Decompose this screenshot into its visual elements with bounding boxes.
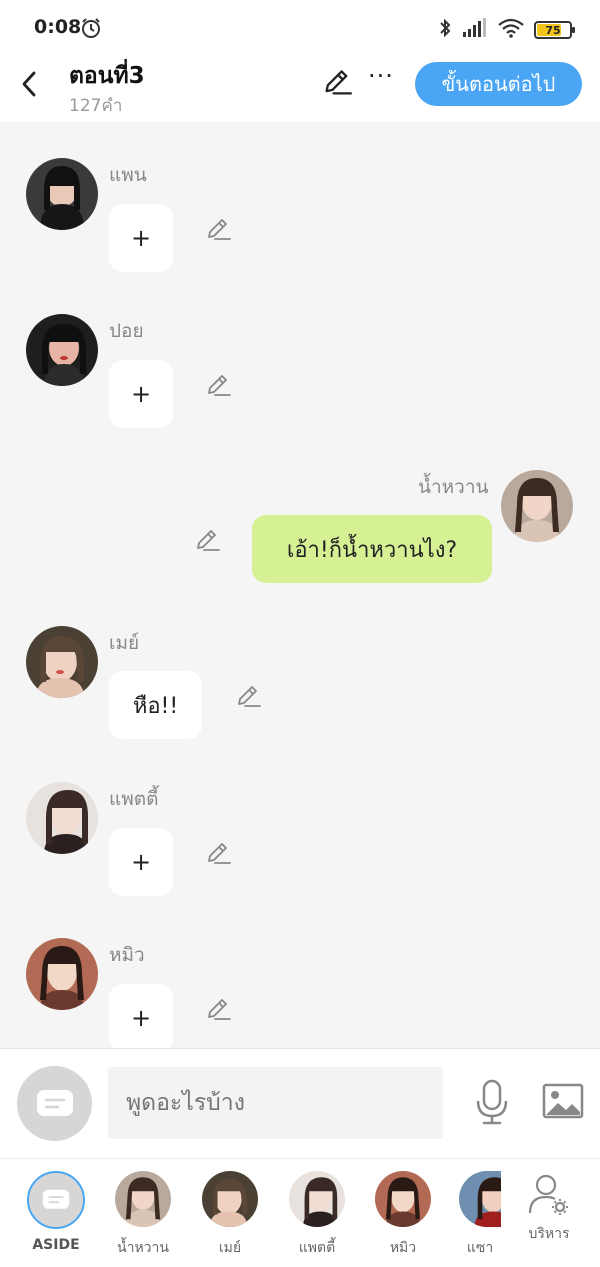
pencil-icon xyxy=(325,70,352,95)
chat-bubble-icon xyxy=(42,1189,70,1209)
message-sender: แพตตี้ xyxy=(109,788,159,810)
chat-area: แพน + ปอย + น้ำหวาน เอ้า!ก็น้ำหวานไง? เม… xyxy=(0,122,600,1048)
message-sender: แพน xyxy=(109,164,147,186)
character-label: แพตตี้ xyxy=(298,1240,336,1256)
chapter-header: ตอนที่3 127คำ ··· ขั้นตอนต่อไป xyxy=(0,58,600,122)
add-message-button[interactable]: + xyxy=(109,828,173,896)
signal-icon xyxy=(462,18,488,42)
avatar xyxy=(202,1171,258,1227)
image-icon xyxy=(542,1083,584,1119)
more-options-button[interactable]: ··· xyxy=(368,62,394,90)
microphone-button[interactable] xyxy=(474,1079,510,1129)
avatar-pan[interactable] xyxy=(26,158,98,230)
page-title: ตอนที่3 xyxy=(69,63,145,89)
edit-message-icon[interactable] xyxy=(205,997,231,1023)
microphone-icon xyxy=(476,1079,508,1125)
avatar-poy[interactable] xyxy=(26,314,98,386)
message-composer xyxy=(0,1048,600,1158)
character-label: น้ำหวาน xyxy=(117,1240,169,1256)
battery-level: 75 xyxy=(545,23,561,37)
message-sender: หมิว xyxy=(109,944,145,966)
status-icons: 75 xyxy=(438,17,575,43)
add-message-button[interactable]: + xyxy=(109,360,173,428)
status-time: 0:08 xyxy=(34,16,82,38)
avatar xyxy=(289,1171,345,1227)
character-label: แซา xyxy=(466,1240,494,1256)
alarm-icon xyxy=(80,17,102,43)
character-label: ASIDE xyxy=(32,1237,80,1253)
user-settings-icon xyxy=(528,1174,568,1215)
image-button[interactable] xyxy=(542,1083,584,1123)
character-namwan[interactable]: น้ำหวาน xyxy=(108,1171,178,1259)
avatar-may[interactable] xyxy=(26,626,98,698)
message-sender: เมย์ xyxy=(109,632,140,654)
edit-message-icon[interactable] xyxy=(205,217,231,243)
wifi-icon xyxy=(498,18,524,42)
chevron-left-icon xyxy=(22,71,36,97)
manage-characters-button[interactable]: บริหาร xyxy=(514,1171,584,1245)
avatar xyxy=(459,1171,501,1227)
edit-message-icon[interactable] xyxy=(235,684,261,710)
character-may[interactable]: เมย์ xyxy=(195,1171,265,1259)
next-step-button[interactable]: ขั้นตอนต่อไป xyxy=(415,62,582,106)
message-input[interactable] xyxy=(108,1067,443,1139)
edit-message-icon[interactable] xyxy=(194,528,220,554)
edit-message-icon[interactable] xyxy=(205,841,231,867)
character-aside[interactable]: ASIDE xyxy=(21,1171,91,1253)
bluetooth-icon xyxy=(438,17,452,43)
back-button[interactable] xyxy=(14,66,44,102)
message-sender: ปอย xyxy=(109,320,144,342)
add-message-button[interactable]: + xyxy=(109,204,173,272)
word-count: 127คำ xyxy=(69,96,123,116)
avatar xyxy=(115,1171,171,1227)
battery-icon: 75 xyxy=(534,21,575,39)
add-message-button[interactable]: + xyxy=(109,984,173,1048)
character-mew[interactable]: หมิว xyxy=(368,1171,438,1259)
edit-chapter-button[interactable] xyxy=(322,68,352,102)
aside-toggle-button[interactable] xyxy=(17,1066,92,1141)
character-label: บริหาร xyxy=(528,1226,570,1242)
character-bar: ASIDE น้ำหวาน เมย์ แพตตี้ หมิว แซา บริหา… xyxy=(0,1158,600,1267)
chat-bubble-icon xyxy=(36,1089,73,1116)
message-bubble[interactable]: หือ!! xyxy=(109,671,202,739)
character-label: เมย์ xyxy=(218,1240,242,1256)
avatar xyxy=(375,1171,431,1227)
message-sender: น้ำหวาน xyxy=(418,476,489,498)
character-label: หมิว xyxy=(389,1240,417,1256)
edit-message-icon[interactable] xyxy=(205,373,231,399)
character-patty[interactable]: แพตตี้ xyxy=(282,1171,352,1259)
avatar-patty[interactable] xyxy=(26,782,98,854)
battery-tip xyxy=(572,27,575,33)
avatar-namwan[interactable] xyxy=(501,470,573,542)
aside-avatar xyxy=(27,1171,85,1229)
message-bubble[interactable]: เอ้า!ก็น้ำหวานไง? xyxy=(252,515,492,583)
avatar-mew[interactable] xyxy=(26,938,98,1010)
character-sae[interactable]: แซา xyxy=(455,1171,505,1259)
status-bar: 0:08 75 xyxy=(0,0,600,58)
